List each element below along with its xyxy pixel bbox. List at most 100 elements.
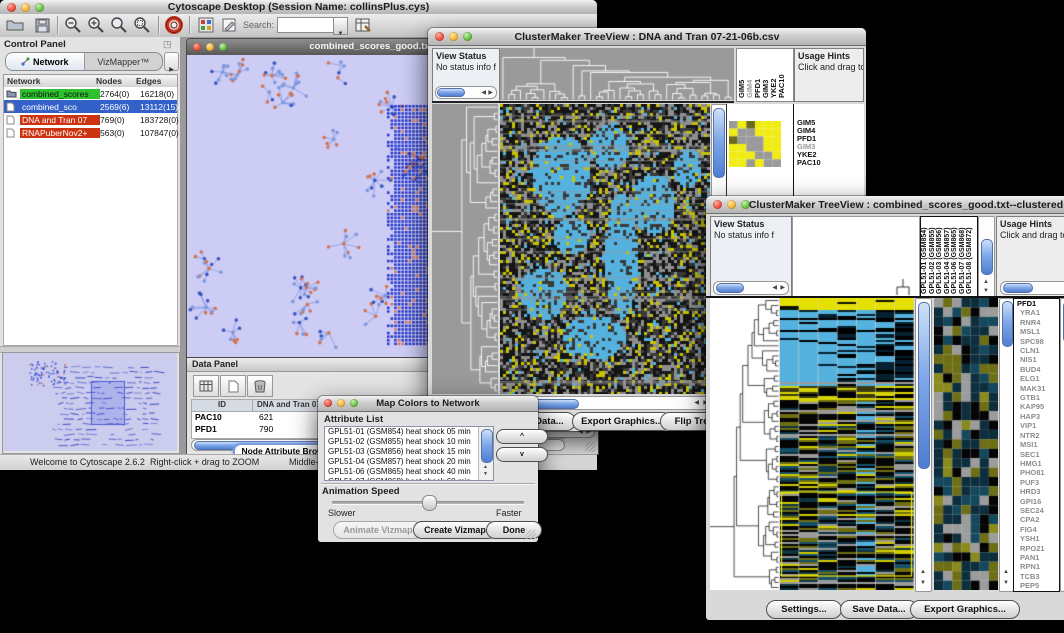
gene-label[interactable]: NIS1 (1017, 355, 1059, 364)
create-vizmap-button[interactable]: Create Vizmap (413, 521, 497, 539)
gene-label[interactable]: VIP1 (1017, 421, 1059, 430)
gene-label[interactable]: HAP3 (1017, 412, 1059, 421)
column-label[interactable]: GPL51-01 (GSM854) (921, 227, 928, 294)
tv2-status-scrollbar[interactable] (713, 281, 789, 295)
column-label[interactable]: GPL51-02 (GSM855) (929, 227, 936, 294)
tv2-collabel-scrollbar[interactable] (978, 216, 995, 298)
tv1-titlebar[interactable]: ClusterMaker TreeView : DNA and Tran 07-… (428, 28, 866, 46)
gene-label[interactable]: FIG4 (1017, 525, 1059, 534)
tv1-status-scrollbar[interactable] (435, 86, 497, 99)
attribute-list-item[interactable]: GPL51-06 (GSM865) heat shock 40 min (325, 467, 477, 477)
gene-label[interactable]: PAC10 (794, 159, 864, 167)
gene-label[interactable]: GTB1 (1017, 393, 1059, 402)
gene-label[interactable]: PAN1 (1017, 553, 1059, 562)
gene-label[interactable]: MSI1 (1017, 440, 1059, 449)
attribute-list-item[interactable]: GPL51-03 (GSM856) heat shock 15 min (325, 447, 477, 457)
column-label[interactable]: GPL51-07 (GSM868) (959, 227, 966, 294)
zoom-fit-icon[interactable] (108, 15, 130, 35)
animate-vizmap-button[interactable]: Animate Vizmap (333, 521, 423, 539)
tv1-column-dendrogram[interactable] (500, 48, 734, 100)
zoom-selected-icon[interactable] (131, 15, 153, 35)
tv1-export-graphics-button[interactable]: Export Graphics... (572, 412, 672, 431)
gene-label[interactable]: YSH1 (1017, 534, 1059, 543)
network-overview-canvas[interactable] (3, 353, 177, 451)
move-up-button[interactable]: ^ (496, 429, 548, 444)
search-dropdown-icon[interactable] (333, 17, 348, 35)
help-lifebuoy-icon[interactable] (163, 15, 185, 35)
main-titlebar[interactable]: Cytoscape Desktop (Session Name: collins… (0, 0, 597, 15)
gene-label[interactable]: GPI16 (1017, 497, 1059, 506)
zoom-in-icon[interactable] (85, 15, 107, 35)
tab-vizmapper[interactable]: VizMapper™ (85, 53, 163, 70)
gene-label[interactable]: SEC24 (1017, 506, 1059, 515)
gene-label[interactable]: YRA1 (1017, 308, 1059, 317)
column-label[interactable]: GPL51-03 (GSM856) (936, 227, 943, 294)
attribute-list-item[interactable]: GPL51-04 (GSM857) heat shock 20 min (325, 457, 477, 467)
attribute-list-item[interactable]: GPL51-02 (GSM855) heat shock 10 min (325, 437, 477, 447)
attribute-list-scrollbar[interactable] (478, 427, 493, 480)
tab-overflow-button[interactable] (164, 52, 179, 71)
float-panel-icon[interactable]: ◳ (163, 39, 172, 50)
save-button[interactable] (31, 15, 53, 35)
tv2-heatmap[interactable] (780, 298, 914, 590)
tv1-zoom-matrix[interactable] (729, 121, 781, 167)
search-input[interactable] (277, 17, 336, 33)
gene-label[interactable]: NTR2 (1017, 431, 1059, 440)
network-list-row[interactable]: combined_scores 2764(0) 16218(0) (4, 87, 177, 100)
gene-label[interactable]: PEP5 (1017, 581, 1059, 590)
gene-label[interactable]: BUD4 (1017, 365, 1059, 374)
tv2-export-graphics-button[interactable]: Export Graphics... (910, 600, 1020, 619)
column-label[interactable]: GPL51-04 (GSM857) (944, 227, 951, 294)
tv2-titlebar[interactable]: ClusterMaker TreeView : combined_scores_… (706, 196, 1064, 214)
tv2-vscrollbar[interactable] (915, 298, 932, 592)
gene-label[interactable]: HMG1 (1017, 459, 1059, 468)
resize-grip-icon[interactable] (526, 530, 536, 540)
attribute-list-item[interactable]: GPL51-07 (GSM868) heat shock 60 min (325, 477, 477, 481)
zoom-out-icon[interactable] (62, 15, 84, 35)
tv2-settings-button[interactable]: Settings... (766, 600, 842, 619)
attribute-table-icon[interactable] (352, 15, 374, 35)
selected-gene-label[interactable]: PFD1 (1014, 299, 1059, 308)
dialog-titlebar[interactable]: Map Colors to Network (318, 396, 538, 412)
gene-label[interactable]: PUF3 (1017, 478, 1059, 487)
column-label[interactable]: GPL51-08 (GSM872) (966, 227, 973, 294)
gene-label[interactable]: RPO21 (1017, 544, 1059, 553)
gene-label[interactable]: ELG1 (1017, 374, 1059, 383)
delete-trash-icon[interactable] (247, 375, 273, 397)
new-attribute-icon[interactable] (220, 375, 246, 397)
table-icon[interactable] (193, 375, 219, 397)
gene-label[interactable]: SEC1 (1017, 450, 1059, 459)
gene-label[interactable]: SPC98 (1017, 337, 1059, 346)
tv2-row-dendrogram[interactable] (710, 298, 779, 590)
gene-label[interactable]: TCB3 (1017, 572, 1059, 581)
column-label[interactable]: GPL51-06 (GSM865) (951, 227, 958, 294)
annotation-icon[interactable] (218, 15, 240, 35)
gene-label[interactable]: PHO81 (1017, 468, 1059, 477)
tv2-column-dendrogram[interactable] (792, 216, 920, 298)
tv2-usage-scrollbar[interactable] (1000, 281, 1064, 295)
tab-network[interactable]: Network (6, 53, 85, 70)
gene-label[interactable]: HRD3 (1017, 487, 1059, 496)
gene-label[interactable]: MON2 (1017, 591, 1059, 592)
gene-label[interactable]: MAK31 (1017, 384, 1059, 393)
gene-label[interactable]: MSL1 (1017, 327, 1059, 336)
network-list-row[interactable]: DNA and Tran 07 769(0) 183728(0) (4, 113, 177, 126)
tv2-zoom-heatmap[interactable] (934, 298, 998, 590)
tv2-genelist-scrollbar[interactable] (1060, 298, 1064, 592)
resize-grip-icon[interactable] (585, 442, 595, 452)
gene-label[interactable]: RPN1 (1017, 562, 1059, 571)
gene-label[interactable]: CLN1 (1017, 346, 1059, 355)
network-list-row[interactable]: combined_sco 2569(6) 13112(15) (4, 100, 177, 113)
animation-speed-slider[interactable] (332, 501, 524, 504)
attribute-list-item[interactable]: GPL51-01 (GSM854) heat shock 05 min (325, 427, 477, 437)
open-file-button[interactable] (4, 15, 26, 35)
gene-label[interactable]: RNR4 (1017, 318, 1059, 327)
tv2-zoom-scrollbar[interactable] (999, 298, 1014, 592)
column-label[interactable]: PAC10 (777, 74, 786, 98)
gene-label[interactable]: CPA2 (1017, 515, 1059, 524)
tv1-heatmap[interactable] (500, 104, 710, 394)
vizmap-palette-icon[interactable] (195, 15, 217, 35)
slider-thumb[interactable] (422, 495, 437, 511)
tv1-row-dendrogram[interactable] (432, 104, 498, 394)
gene-label[interactable]: KAP95 (1017, 402, 1059, 411)
